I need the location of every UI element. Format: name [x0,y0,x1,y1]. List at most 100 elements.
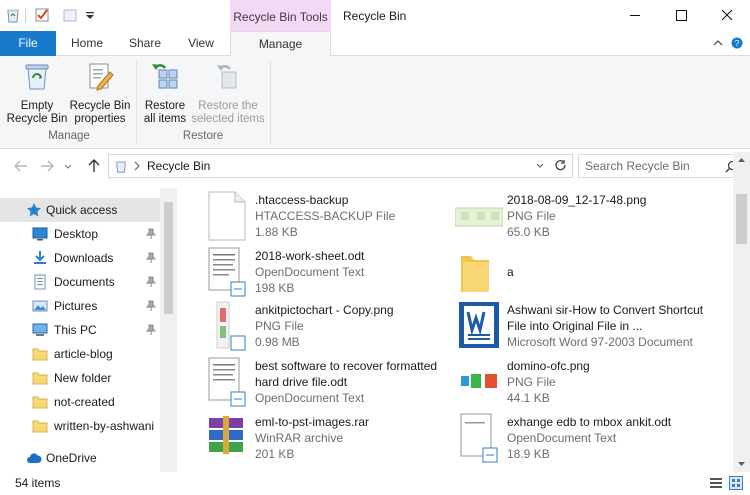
file-type: PNG File [507,209,556,223]
nav-item-desktop[interactable]: Desktop [0,222,160,246]
nav-item-this-pc[interactable]: This PC [0,318,160,342]
content-scroll-thumb[interactable] [736,194,747,244]
nav-item-quick-access[interactable]: Quick access [0,198,160,222]
empty-recycle-bin-button[interactable]: Empty Recycle Bin [6,60,68,126]
breadcrumb-recycle-bin[interactable]: Recycle Bin [147,159,210,173]
forward-arrow-icon[interactable] [38,157,56,175]
nav-scrollbar[interactable] [160,188,177,472]
address-bar[interactable]: Recycle Bin [108,154,573,178]
nav-label: OneDrive [46,451,97,465]
tab-home[interactable]: Home [62,31,112,56]
nav-item-onedrive[interactable]: OneDrive [0,446,160,470]
properties-label-1: Recycle Bin [69,100,131,112]
nav-item-article-blog[interactable]: article-blog [0,342,160,366]
breadcrumb-chevron-icon[interactable] [133,161,141,171]
minimize-icon[interactable] [612,0,658,31]
file-item[interactable]: 2018-08-09_12-17-48.png PNG File 65.0 KB [455,190,705,246]
file-item[interactable]: ankitpictochart - Copy.png PNG File 0.98… [203,300,453,356]
restore-selected-label-2: selected items [191,113,265,125]
item-count: 54 items [15,476,61,490]
nav-item-pictures[interactable]: Pictures [0,294,160,318]
file-item[interactable]: a [455,246,705,302]
file-item[interactable]: .htaccess-backup HTACCESS-BACKUP File 1.… [203,190,453,246]
recycle-bin-icon [115,161,127,173]
tab-manage[interactable]: Manage [230,31,331,57]
nav-label: This PC [54,323,97,337]
file-name: eml-to-pst-images.rar [255,415,370,429]
recent-locations-icon[interactable] [62,157,74,175]
tab-view[interactable]: View [176,31,226,56]
scroll-up-icon[interactable] [737,156,746,165]
close-icon[interactable] [704,0,750,31]
help-icon[interactable]: ? [731,37,743,49]
address-dropdown-icon[interactable] [535,161,545,171]
folder-icon [32,348,48,361]
restore-selected-label-1: Restore the [198,100,258,112]
pictures-icon [32,300,48,312]
nav-scroll-thumb[interactable] [164,202,173,314]
file-size: 0.98 MB [255,335,300,349]
restore-selected-button[interactable]: Restore the selected items [191,60,265,126]
recycle-bin-icon[interactable] [5,7,21,23]
pin-icon[interactable] [146,228,156,240]
collapse-ribbon-icon[interactable] [712,37,724,49]
scroll-down-icon[interactable] [737,459,746,468]
tab-share[interactable]: Share [120,31,170,56]
file-list: .htaccess-backup HTACCESS-BACKUP File 1.… [177,188,733,472]
search-input[interactable] [585,158,720,174]
maximize-icon[interactable] [658,0,704,31]
file-type: OpenDocument Text [255,391,365,405]
file-item[interactable]: exhange edb to mbox ankit.odt OpenDocume… [455,412,705,468]
file-name: a [507,265,514,279]
properties-check-icon[interactable] [34,7,50,23]
large-icons-view-icon[interactable] [728,475,744,491]
folder-icon [32,396,48,409]
tab-file[interactable]: File [0,31,56,56]
file-type: WinRAR archive [255,431,344,445]
file-name: .htaccess-backup [255,193,349,207]
up-arrow-icon[interactable] [85,157,103,175]
blank-file-icon [208,191,246,241]
document-icon [208,357,246,407]
back-arrow-icon[interactable] [12,157,30,175]
nav-item-not-created[interactable]: not-created [0,390,160,414]
pin-icon[interactable] [146,276,156,288]
word-doc-icon [459,302,499,348]
file-item[interactable]: 2018-work-sheet.odt OpenDocument Text 19… [203,246,453,302]
details-view-icon[interactable] [708,475,724,491]
nav-item-new-folder[interactable]: New folder [0,366,160,390]
file-item[interactable]: Ashwani sir-How to Convert Shortcut File… [455,300,705,356]
file-item[interactable]: eml-to-pst-images.rar WinRAR archive 201… [203,412,453,468]
nav-item-downloads[interactable]: Downloads [0,246,160,270]
pin-icon[interactable] [146,252,156,264]
nav-label: not-created [54,395,115,409]
customize-dropdown-icon[interactable] [82,7,98,23]
file-size: 1.88 KB [255,225,298,239]
document-icon [460,413,498,463]
recycle-bin-properties-button[interactable]: Recycle Bin properties [68,60,132,126]
refresh-icon[interactable] [554,159,568,173]
documents-icon [34,274,46,290]
status-bar: 54 items [0,472,750,495]
nav-item-documents[interactable]: Documents [0,270,160,294]
properties-label-2: properties [74,113,126,125]
file-name: Ashwani sir-How to Convert Shortcut File… [507,303,704,333]
restore-all-button[interactable]: Restore all items [140,60,190,126]
file-item[interactable]: domino-ofc.png PNG File 44.1 KB [455,356,705,412]
svg-text:?: ? [735,39,740,48]
file-name: domino-ofc.png [507,359,590,373]
file-name: 2018-08-09_12-17-48.png [507,193,647,207]
search-box[interactable] [578,154,746,178]
pin-icon[interactable] [146,324,156,336]
nav-item-written-by-ashwani[interactable]: written-by-ashwani [0,414,160,438]
properties-icon [89,63,114,91]
star-icon [27,203,41,217]
file-item[interactable]: best software to recover formatted hard … [203,356,453,412]
pin-icon[interactable] [146,300,156,312]
new-folder-icon[interactable] [62,7,78,23]
content-scrollbar[interactable] [733,152,750,472]
file-size: 198 KB [255,281,295,295]
file-type: HTACCESS-BACKUP File [255,209,396,223]
address-row: Recycle Bin [0,149,750,185]
file-size: 44.1 KB [507,391,550,405]
